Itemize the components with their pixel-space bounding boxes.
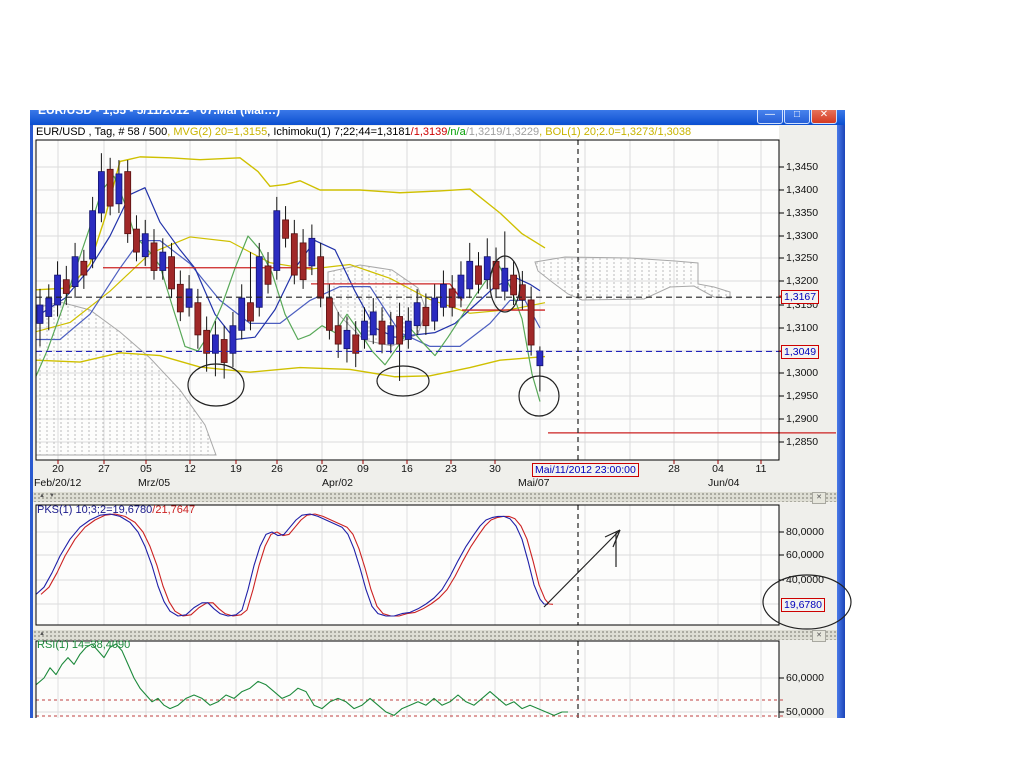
window-border-left	[30, 125, 33, 718]
day-tick-label: 26	[271, 463, 283, 475]
close-button[interactable]: ✕	[811, 110, 837, 124]
selected-date-flag: Mai/11/2012 23:00:00	[532, 463, 639, 477]
price-flag-13167: 1,3167	[781, 290, 819, 304]
legend-segment: EUR/USD , Tag, # 58 / 500	[36, 126, 167, 138]
price-axis-label: 1,3350	[786, 207, 818, 219]
pks-value-k: PKS(1) 10;3;2=19,6780	[37, 504, 152, 516]
main-chart-legend: EUR/USD , Tag, # 58 / 500, MVG(2) 20=1,3…	[36, 126, 691, 138]
day-tick-label: 28	[668, 463, 680, 475]
price-axis-label: 1,3100	[786, 322, 818, 334]
price-axis-label: 1,3250	[786, 252, 818, 264]
month-tick-label: Apr/02	[322, 477, 353, 489]
window-title: EUR/USD - 1,55 - 5/11/2012 - 07.Mai (Mai…	[38, 110, 280, 117]
maximize-button[interactable]: □	[784, 110, 810, 124]
window-titlebar[interactable]: EUR/USD - 1,55 - 5/11/2012 - 07.Mai (Mai…	[30, 110, 845, 125]
pks-value-d: /21,7647	[152, 504, 195, 516]
pks-value-flag: 19,6780	[781, 598, 825, 612]
price-chart-canvas[interactable]	[30, 110, 845, 718]
month-tick-label: Mrz/05	[138, 477, 170, 489]
window-border-right[interactable]	[837, 125, 845, 718]
pks-legend: PKS(1) 10;3;2=19,6780/21,7647	[37, 504, 195, 516]
price-axis-label: 1,2950	[786, 390, 818, 402]
price-axis-label: 1,3200	[786, 275, 818, 287]
pks-axis-label: 80,0000	[786, 526, 824, 538]
legend-segment: , Ichimoku(1) 7;22;44=1,3181	[267, 126, 410, 138]
day-tick-label: 19	[230, 463, 242, 475]
price-axis-label: 1,2900	[786, 413, 818, 425]
minimize-button[interactable]: —	[757, 110, 783, 124]
legend-segment: /1,3139	[411, 126, 448, 138]
legend-segment: , MVG(2) 20=1,3155	[167, 126, 267, 138]
month-tick-label: Feb/20/12	[34, 477, 81, 489]
month-tick-label: Jun/04	[708, 477, 740, 489]
day-tick-label: 12	[184, 463, 196, 475]
rsi-axis-label: 60,0000	[786, 672, 824, 684]
legend-segment: /1,3219/1,3229	[466, 126, 539, 138]
price-axis-label: 1,3450	[786, 161, 818, 173]
day-tick-label: 30	[489, 463, 501, 475]
desktop: { "window": { "title_fragment": "EUR/USD…	[0, 0, 1024, 768]
price-axis-label: 1,3300	[786, 230, 818, 242]
day-tick-label: 23	[445, 463, 457, 475]
day-tick-label: 09	[357, 463, 369, 475]
day-tick-label: 20	[52, 463, 64, 475]
pks-axis-label: 40,0000	[786, 574, 824, 586]
price-axis-label: 1,2850	[786, 436, 818, 448]
day-tick-label: 11	[756, 463, 767, 475]
legend-segment: /n/a	[447, 126, 465, 138]
day-tick-label: 04	[712, 463, 724, 475]
chart-window: ▲ ▼ ✕ ▲ ✕ EUR/USD , Tag, # 58 / 500, MVG…	[30, 110, 845, 718]
rsi-axis-label: 50,0000	[786, 706, 824, 718]
month-tick-label: Mai/07	[518, 477, 550, 489]
day-tick-label: 02	[316, 463, 328, 475]
rsi-legend: RSI(1) 14=38,4090	[37, 639, 130, 651]
pks-axis-label: 60,0000	[786, 549, 824, 561]
day-tick-label: 16	[401, 463, 413, 475]
price-flag-13049: 1,3049	[781, 345, 819, 359]
day-tick-label: 27	[98, 463, 110, 475]
price-axis-label: 1,3400	[786, 184, 818, 196]
price-axis-label: 1,3000	[786, 367, 818, 379]
day-tick-label: 05	[140, 463, 152, 475]
legend-segment: , BOL(1) 20;2.0=1,3273/1,3038	[539, 126, 691, 138]
